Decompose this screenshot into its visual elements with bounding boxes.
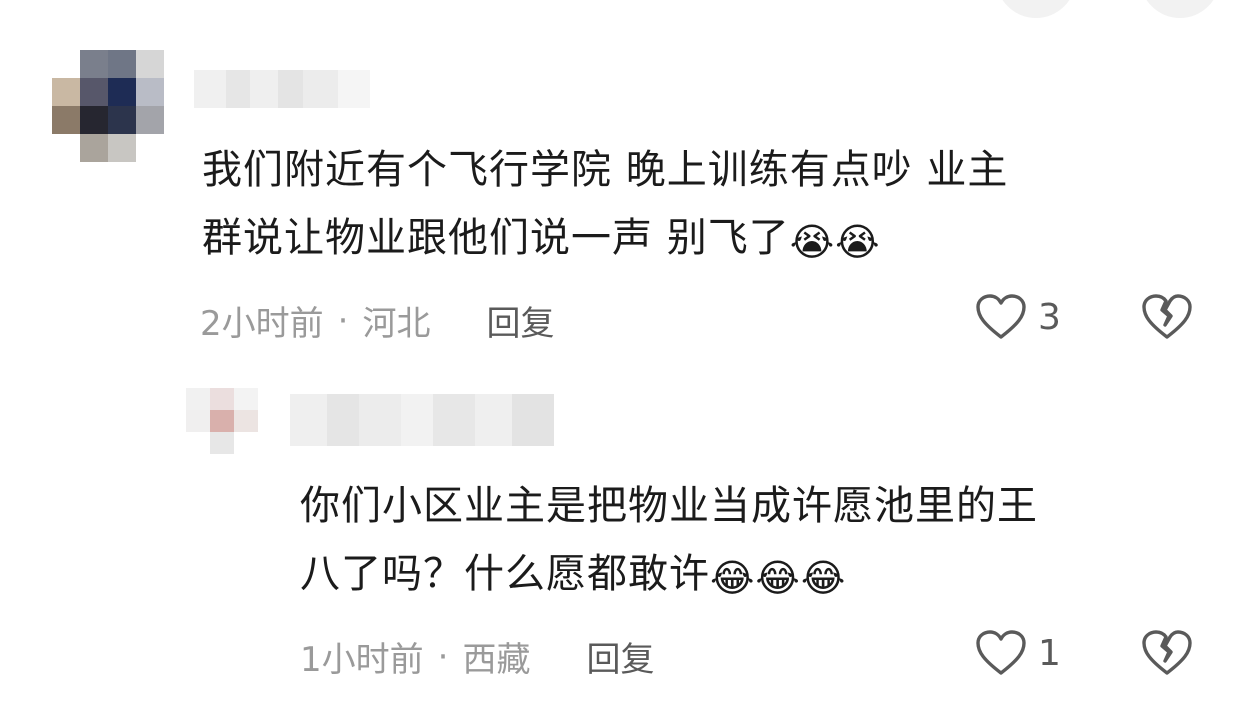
reply-button[interactable]: 回复 [486,296,554,345]
location: 河北 [362,304,431,344]
comment-meta: 2小时前 · 河北 回复 [200,296,554,345]
comment-line: 我们附近有个飞行学院 晚上训练有点吵 业主 [202,147,1009,193]
broken-heart-icon [1142,630,1192,675]
crying-laughing-emoji-icon: 😭 [835,220,881,264]
dislike-button[interactable] [1140,292,1194,346]
comment-line: 八了吗？什么愿都敢许😂😂😂 [300,540,1038,608]
heart-outline-icon [976,630,1026,675]
crying-laughing-emoji-icon: 😭 [789,220,836,264]
avatar[interactable] [186,388,258,454]
comment-text: 我们附近有个飞行学院 晚上训练有点吵 业主 群说让物业跟他们说一声 别飞了😭😭 [202,136,1008,272]
dislike-button[interactable] [1140,628,1194,682]
laughing-tears-emoji-icon: 😂 [710,556,756,600]
like-count: 1 [1038,632,1061,674]
like-button[interactable]: 3 [974,292,1061,342]
comment-line: 群说让物业跟他们说一声 别飞了😭😭 [202,204,1008,272]
laughing-tears-emoji-icon: 😂 [800,556,847,600]
username-blurred[interactable] [290,394,554,446]
top-button-partial [1140,0,1220,18]
avatar[interactable] [52,50,164,162]
broken-heart-icon [1142,294,1192,339]
separator-dot: · [337,300,349,341]
comment-line-text: 群说让物业跟他们说一声 别飞了 [202,215,790,261]
comment-meta: 1小时前 · 西藏 回复 [300,632,654,681]
comment-line-text: 八了吗？什么愿都敢许 [300,551,710,597]
heart-outline-icon [976,294,1026,339]
like-count: 3 [1038,296,1061,338]
username-blurred[interactable] [194,70,370,108]
like-button[interactable]: 1 [974,628,1061,678]
top-button-partial [996,0,1076,18]
laughing-tears-emoji-icon: 😂 [755,556,801,600]
reply-button[interactable]: 回复 [586,632,654,681]
comment-line: 你们小区业主是把物业当成许愿池里的王 [300,483,1038,529]
separator-dot: · [437,636,449,677]
location: 西藏 [462,640,531,680]
timestamp: 1小时前 [300,640,424,680]
comment-text: 你们小区业主是把物业当成许愿池里的王 八了吗？什么愿都敢许😂😂😂 [300,472,1038,608]
timestamp: 2小时前 [200,304,324,344]
